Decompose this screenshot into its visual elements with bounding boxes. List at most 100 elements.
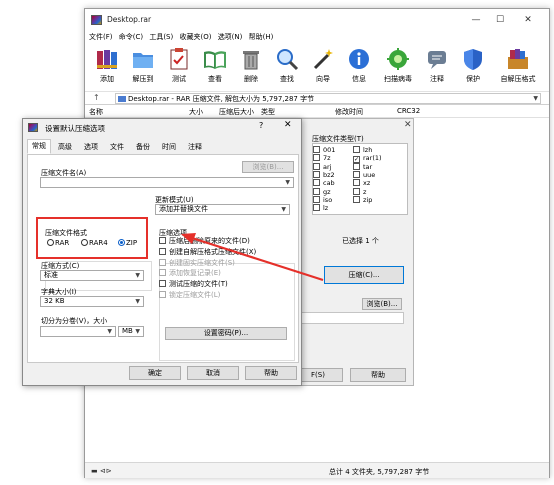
chevron-down-icon[interactable]: ▼ — [281, 205, 286, 214]
option-0[interactable]: 压缩后删除原来的文件(D) — [159, 236, 250, 246]
toolbar-info-button[interactable]: 信息 — [341, 45, 377, 87]
archive-type-label: 001 — [323, 146, 336, 154]
menu-tools[interactable]: 工具(S) — [149, 31, 173, 43]
toolbar-test-button[interactable]: 测试 — [161, 45, 197, 87]
archive-type-checkbox[interactable] — [313, 179, 320, 187]
archive-type-checkbox[interactable] — [353, 146, 360, 153]
chevron-down-icon[interactable]: ▼ — [135, 327, 140, 336]
archive-path-field[interactable]: Desktop.rar - RAR 压缩文件, 解包大小为 5,797,287 … — [115, 93, 541, 104]
toolbar-extract-button[interactable]: 解压到 — [125, 45, 161, 87]
option-checkbox[interactable] — [159, 247, 166, 255]
update-mode-select[interactable]: 添加并替换文件 ▼ — [155, 204, 290, 215]
archive-name-field[interactable]: ▼ — [40, 177, 294, 188]
dialog-help-button[interactable]: ? — [259, 121, 263, 130]
archive-type-col1-5[interactable]: gz — [313, 187, 331, 196]
menu-options[interactable]: 选项(N) — [218, 31, 243, 43]
column-type[interactable]: 类型 — [261, 107, 275, 117]
close-window-button[interactable]: ✕ — [517, 13, 539, 27]
toolbar-protect-button[interactable]: 保护 — [455, 45, 491, 87]
chevron-down-icon[interactable]: ▼ — [135, 271, 140, 280]
column-packed[interactable]: 压缩后大小 — [219, 107, 254, 117]
archive-type-col1-4[interactable]: cab — [313, 179, 335, 187]
archive-type-checkbox[interactable] — [313, 195, 320, 203]
archive-type-col2-4[interactable]: xz — [353, 179, 370, 187]
column-modified[interactable]: 修改时间 — [335, 107, 363, 117]
archive-type-checkbox[interactable] — [353, 179, 360, 187]
archive-type-col2-3[interactable]: uue — [353, 170, 375, 179]
background-close-icon[interactable]: ✕ — [404, 120, 412, 130]
background-path-field[interactable] — [298, 312, 404, 324]
menu-favorites[interactable]: 收藏夹(O) — [179, 31, 211, 43]
help-button[interactable]: 帮助 — [245, 366, 297, 380]
toolbar-virus-scan-button[interactable]: 扫描病毒 — [377, 45, 419, 87]
archive-type-col2-6[interactable]: zip — [353, 195, 372, 204]
cancel-button[interactable]: 取消 — [187, 366, 239, 380]
toolbar-add-button[interactable]: 添加 — [89, 45, 125, 87]
archive-type-checkbox[interactable] — [353, 162, 360, 170]
toolbar-wizard-label: 向导 — [316, 75, 330, 83]
column-crc32[interactable]: CRC32 — [397, 107, 420, 115]
archive-type-checkbox[interactable] — [313, 154, 320, 162]
archive-type-col2-0[interactable]: lzh — [353, 146, 372, 154]
toolbar-sfx-button[interactable]: 自解压格式 — [495, 45, 541, 87]
archive-type-checkbox[interactable] — [313, 187, 320, 195]
column-name[interactable]: 名称 — [89, 107, 103, 117]
browse-button[interactable]: 浏览(B)... — [242, 161, 294, 173]
background-browse-button[interactable]: 浏览(B)... — [362, 298, 402, 310]
dictionary-size-select[interactable]: 32 KB ▼ — [40, 296, 144, 307]
split-unit-select[interactable]: MB ▼ — [118, 326, 144, 337]
compress-button[interactable]: 压缩(C)... — [324, 266, 404, 284]
archive-type-col1-3[interactable]: bz2 — [313, 170, 335, 179]
tab-time[interactable]: 时间 — [157, 140, 181, 153]
option-checkbox[interactable] — [159, 280, 166, 288]
compression-method-select[interactable]: 标准 ▼ — [40, 270, 144, 281]
tab-options[interactable]: 选项 — [79, 140, 103, 153]
menu-commands[interactable]: 命令(C) — [119, 31, 143, 43]
archive-type-col1-6[interactable]: iso — [313, 195, 332, 204]
archive-type-checkbox[interactable] — [353, 170, 360, 178]
background-help-button[interactable]: 帮助 — [350, 368, 406, 382]
set-password-button[interactable]: 设置密码(P)... — [165, 327, 287, 340]
tab-comment[interactable]: 注释 — [183, 140, 207, 153]
chevron-down-icon[interactable]: ▼ — [135, 297, 140, 306]
chevron-down-icon[interactable]: ▼ — [285, 178, 290, 187]
drive-icon[interactable]: ▬ ⊲⊳ — [91, 467, 112, 475]
maximize-button[interactable]: ☐ — [489, 13, 511, 27]
minimize-button[interactable]: — — [465, 13, 487, 27]
toolbar-view-button[interactable]: 查看 — [197, 45, 233, 87]
tab-files[interactable]: 文件 — [105, 140, 129, 153]
archive-type-col1-7[interactable]: lz — [313, 204, 328, 212]
ok-button[interactable]: 确定 — [129, 366, 181, 380]
archive-type-col2-2[interactable]: tar — [353, 162, 373, 171]
archive-type-checkbox[interactable] — [313, 162, 320, 170]
archive-type-col1-2[interactable]: arj — [313, 162, 331, 171]
archive-type-col1-1[interactable]: 7z — [313, 154, 331, 162]
archive-type-col2-5[interactable]: z — [353, 187, 366, 196]
chevron-down-icon[interactable]: ▼ — [107, 327, 112, 336]
split-volumes-label: 切分为分卷(V)，大小 — [41, 317, 108, 325]
option-1[interactable]: 创建自解压格式压缩文件(X) — [159, 247, 256, 257]
archive-type-checkbox[interactable] — [353, 187, 360, 195]
archive-type-col1-0[interactable]: 001 — [313, 146, 335, 154]
archive-type-label: tar — [363, 162, 373, 171]
toolbar-comment-button[interactable]: 注释 — [419, 45, 455, 87]
menu-help[interactable]: 帮助(H) — [249, 31, 274, 43]
archive-type-checkbox[interactable] — [353, 195, 360, 203]
archive-type-checkbox[interactable] — [313, 170, 320, 178]
chevron-down-icon[interactable]: ▼ — [533, 94, 538, 104]
dialog-close-button[interactable]: ✕ — [284, 120, 292, 130]
option-checkbox[interactable] — [159, 237, 166, 244]
menu-file[interactable]: 文件(F) — [89, 31, 113, 43]
tab-general[interactable]: 常规 — [27, 139, 51, 154]
split-size-field[interactable]: ▼ — [40, 326, 116, 337]
tab-backup[interactable]: 备份 — [131, 140, 155, 153]
archive-type-checkbox[interactable] — [313, 204, 320, 212]
tab-advanced[interactable]: 高级 — [53, 140, 77, 153]
toolbar-wizard-button[interactable]: 向导 — [305, 45, 341, 87]
toolbar-find-button[interactable]: 查找 — [269, 45, 305, 87]
column-size[interactable]: 大小 — [189, 107, 203, 117]
toolbar-delete-button[interactable]: 删除 — [233, 45, 269, 87]
up-arrow-icon[interactable]: ↑ — [93, 93, 100, 102]
archive-type-checkbox[interactable] — [313, 146, 320, 153]
option-4[interactable]: 测试压缩的文件(T) — [159, 279, 228, 289]
